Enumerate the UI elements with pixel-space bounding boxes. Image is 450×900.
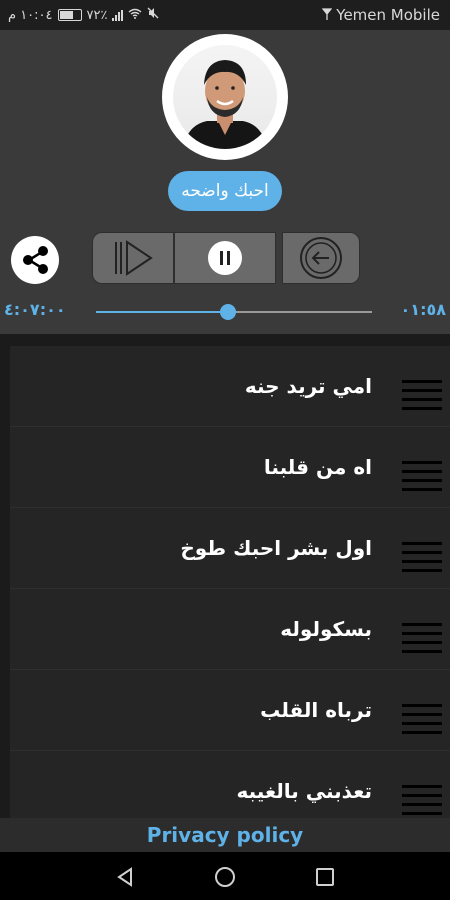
- pause-icon: [208, 241, 242, 275]
- drag-handle-icon[interactable]: [402, 704, 442, 734]
- share-button[interactable]: [11, 236, 59, 284]
- song-item[interactable]: بسكولوله: [10, 589, 450, 670]
- drag-handle-icon[interactable]: [402, 542, 442, 572]
- system-nav-bar: [0, 852, 450, 900]
- seek-bar-progress: [96, 311, 229, 313]
- back-triangle-icon: [117, 867, 132, 887]
- song-list[interactable]: امي تريد جنه اه من قلبنا اول بشر احبك طو…: [0, 334, 450, 818]
- battery-icon: [57, 9, 82, 21]
- drag-handle-icon[interactable]: [402, 785, 442, 815]
- status-time: ١٠:٠٤ م: [8, 7, 53, 23]
- wifi-icon: [128, 8, 142, 23]
- skip-next-icon: [115, 240, 153, 276]
- previous-button[interactable]: [282, 232, 360, 284]
- song-item[interactable]: امي تريد جنه: [10, 346, 450, 427]
- elapsed-time: ٠١:٥٨: [400, 300, 446, 319]
- privacy-policy-link[interactable]: Privacy policy: [0, 818, 450, 852]
- drag-handle-icon[interactable]: [402, 380, 442, 410]
- nav-home-button[interactable]: [214, 866, 236, 888]
- recents-square-icon: [316, 868, 334, 886]
- artist-avatar-frame: [162, 34, 288, 160]
- artist-avatar: [173, 45, 277, 149]
- carrier-signal-icon: [321, 6, 333, 24]
- seek-bar-thumb[interactable]: [220, 304, 237, 320]
- battery-level: ٧٢٪: [86, 7, 108, 23]
- current-song-title: احبك واضحه: [168, 171, 282, 211]
- song-item[interactable]: ترباه القلب: [10, 670, 450, 751]
- current-song-label: احبك واضحه: [181, 181, 269, 201]
- song-item[interactable]: اه من قلبنا: [10, 427, 450, 508]
- mute-icon: [147, 7, 159, 23]
- song-title: اه من قلبنا: [263, 455, 372, 479]
- song-item[interactable]: تعذبني بالغيبه: [10, 751, 450, 818]
- share-icon: [23, 246, 48, 274]
- song-item[interactable]: اول بشر احبك طوخ: [10, 508, 450, 589]
- song-title: بسكولوله: [280, 617, 372, 641]
- song-title: امي تريد جنه: [244, 374, 372, 398]
- signal-icon: [112, 9, 124, 21]
- carrier-name: Yemen Mobile: [336, 6, 440, 24]
- drag-handle-icon[interactable]: [402, 623, 442, 653]
- status-right: Yemen Mobile: [321, 6, 440, 24]
- nav-recents-button[interactable]: [314, 866, 336, 888]
- home-circle-icon: [215, 867, 235, 887]
- song-title: ترباه القلب: [260, 698, 372, 722]
- play-pause-button[interactable]: [174, 232, 276, 284]
- duration-time: ٤:٠٧:٠٠: [4, 300, 66, 319]
- seek-bar[interactable]: [96, 304, 372, 320]
- song-title: تعذبني بالغيبه: [236, 779, 373, 803]
- next-button[interactable]: [92, 232, 174, 284]
- status-left: ١٠:٠٤ م ٧٢٪: [8, 7, 159, 23]
- status-bar: ١٠:٠٤ م ٧٢٪ Yemen Mobile: [0, 0, 450, 30]
- drag-handle-icon[interactable]: [402, 461, 442, 491]
- song-title: اول بشر احبك طوخ: [180, 536, 372, 560]
- nav-back-button[interactable]: [114, 866, 136, 888]
- previous-icon: [300, 237, 342, 279]
- privacy-policy-label: Privacy policy: [146, 823, 304, 847]
